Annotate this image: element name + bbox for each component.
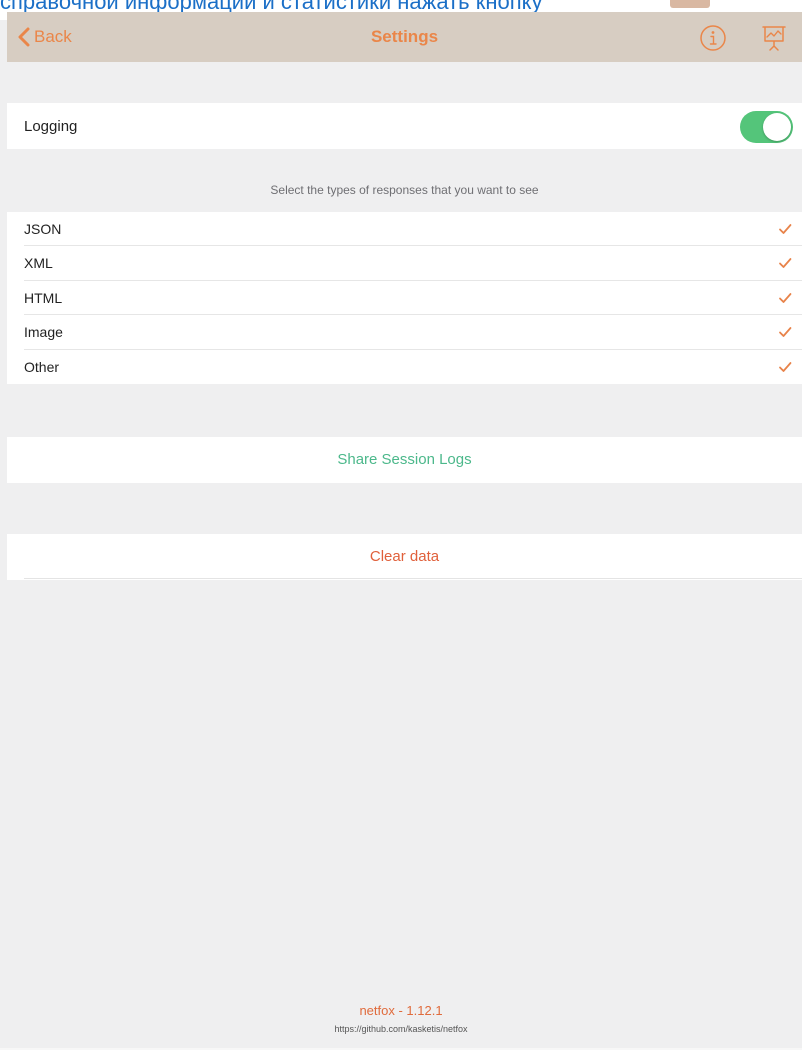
logging-label: Logging <box>24 118 78 135</box>
clear-data-divider <box>24 578 802 579</box>
share-session-logs-label: Share Session Logs <box>337 451 472 468</box>
response-type-label: Other <box>24 358 60 375</box>
version-label: netfox - 1.12.1 <box>359 1003 443 1018</box>
response-type-other[interactable]: Other <box>7 350 802 384</box>
response-type-xml[interactable]: XML <box>7 246 802 282</box>
presentation-chart-icon[interactable] <box>759 22 789 52</box>
repository-url: https://github.com/kasketis/netfox <box>334 1024 468 1034</box>
response-type-label: Image <box>24 324 63 341</box>
response-type-json[interactable]: JSON <box>7 212 802 247</box>
checkmark-icon <box>779 327 792 338</box>
response-type-label: JSON <box>24 221 62 237</box>
response-type-label: HTML <box>24 289 63 306</box>
clear-data-label: Clear data <box>369 548 440 565</box>
checkmark-icon <box>779 361 792 372</box>
page-title: Settings <box>370 27 439 46</box>
netfox-settings-screen: справочной информации и статистики нажат… <box>0 0 802 1050</box>
response-types-list: JSON XML HTML Image Other <box>7 212 802 384</box>
share-session-logs-button[interactable]: Share Session Logs <box>7 437 802 483</box>
response-type-image[interactable]: Image <box>7 315 802 350</box>
inline-button-image-icon <box>670 0 710 8</box>
info-icon[interactable] <box>699 24 727 52</box>
logging-row: Logging <box>7 103 802 149</box>
toggle-knob <box>763 113 791 141</box>
response-types-section-header: Select the types of responses that you w… <box>270 183 539 197</box>
response-type-html[interactable]: HTML <box>7 281 802 316</box>
response-type-label: XML <box>24 255 53 272</box>
checkmark-icon <box>779 224 792 234</box>
checkmark-icon <box>779 292 792 303</box>
navigation-bar: Back Settings <box>7 12 802 62</box>
clear-data-button[interactable]: Clear data <box>7 534 802 580</box>
checkmark-icon <box>779 258 792 269</box>
logging-toggle[interactable] <box>740 111 793 143</box>
